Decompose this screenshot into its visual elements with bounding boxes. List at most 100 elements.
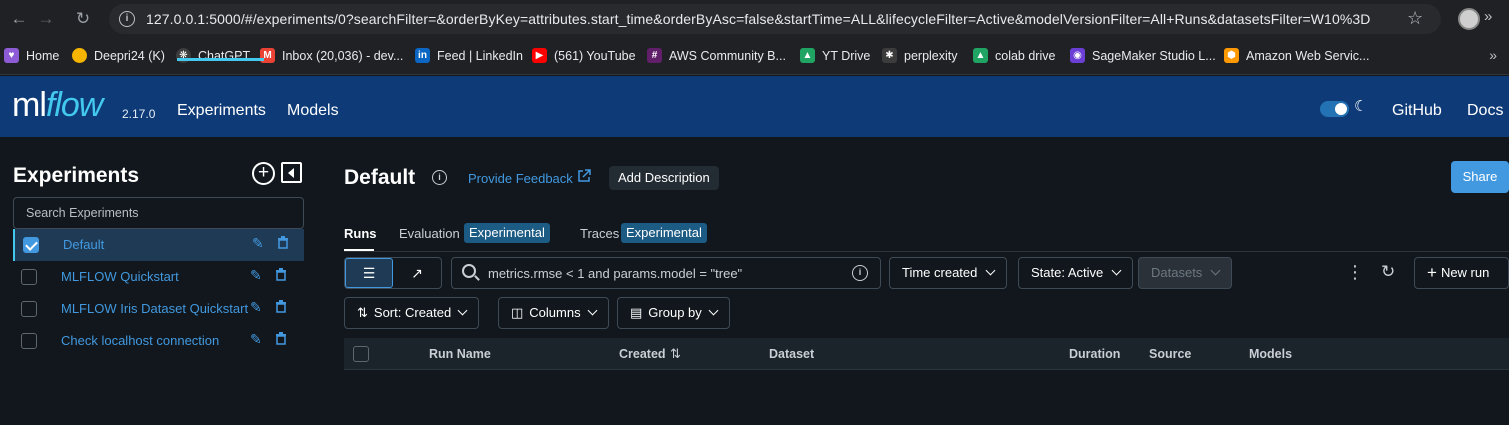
sort-dropdown[interactable]: ⇅ Sort: Created	[344, 297, 480, 329]
experiment-checkbox[interactable]	[21, 269, 37, 285]
toggle-knob	[1335, 103, 1347, 115]
pencil-icon[interactable]: ✎	[250, 299, 262, 316]
bookmark-linkedin[interactable]: in Feed | LinkedIn	[415, 48, 523, 63]
github-link[interactable]: GitHub	[1392, 102, 1442, 120]
column-models[interactable]: Models	[1249, 347, 1292, 361]
chevron-down-icon	[587, 305, 598, 316]
pencil-icon[interactable]: ✎	[250, 267, 262, 284]
select-all-checkbox[interactable]	[353, 346, 369, 362]
collapse-sidebar-icon[interactable]	[281, 162, 302, 183]
add-description-button[interactable]: Add Description	[609, 166, 719, 190]
nav-active-indicator	[177, 58, 264, 61]
reload-icon[interactable]: ↻	[71, 7, 95, 31]
bookmark-label: Deepri24 (K)	[94, 48, 165, 63]
column-dataset[interactable]: Dataset	[769, 347, 814, 361]
bookmark-aws-community[interactable]: # AWS Community B...	[647, 48, 786, 63]
bookmark-sagemaker[interactable]: ◉ SageMaker Studio L...	[1070, 48, 1216, 63]
nav-experiments[interactable]: Experiments	[177, 102, 266, 120]
tab-evaluation[interactable]: Evaluation	[399, 226, 460, 241]
share-button[interactable]: Share	[1451, 161, 1509, 193]
search-experiments-input[interactable]	[13, 197, 304, 229]
info-icon[interactable]: i	[432, 170, 447, 185]
tab-runs[interactable]: Runs	[344, 226, 377, 241]
chevron-down-icon	[1111, 265, 1122, 276]
experiment-row-mlflow-quickstart[interactable]: MLFLOW Quickstart ✎	[13, 261, 304, 293]
url-text[interactable]: 127.0.0.1:5000/#/experiments/0?searchFil…	[146, 11, 1370, 27]
column-duration[interactable]: Duration	[1069, 347, 1120, 361]
columns-dropdown[interactable]: ◫ Columns	[498, 297, 609, 329]
dark-mode-toggle[interactable]	[1320, 101, 1349, 117]
logo-flow: flow	[45, 86, 103, 124]
trash-icon[interactable]	[275, 331, 287, 345]
address-bar[interactable]: i 127.0.0.1:5000/#/experiments/0?searchF…	[109, 4, 1441, 34]
new-run-label: New run	[1440, 265, 1490, 280]
refresh-icon[interactable]: ↻	[1381, 262, 1395, 282]
experiment-name[interactable]: MLFLOW Quickstart	[61, 269, 179, 284]
moon-icon: ☾	[1354, 98, 1368, 115]
sagemaker-icon: ◉	[1070, 48, 1085, 63]
view-mode-toggle: ☰ ↗	[344, 257, 442, 289]
column-run-name[interactable]: Run Name	[429, 347, 491, 361]
bookmark-aws[interactable]: ⬢ Amazon Web Servic...	[1224, 48, 1369, 63]
page-title: Default	[344, 166, 416, 189]
back-arrow-icon[interactable]: ←	[7, 7, 31, 31]
mlflow-logo[interactable]: mlflow	[12, 86, 103, 125]
site-info-icon[interactable]: i	[119, 11, 135, 27]
bookmark-star-icon[interactable]: ☆	[1407, 8, 1423, 29]
experiment-name[interactable]: MLFLOW Iris Dataset Quickstart	[61, 301, 248, 316]
experiment-checkbox[interactable]	[23, 237, 39, 253]
bookmark-colab-drive[interactable]: ▲ colab drive	[973, 48, 1055, 63]
experiment-row-default[interactable]: Default ✎	[13, 229, 304, 261]
nav-models[interactable]: Models	[287, 102, 339, 120]
bookmark-label: colab drive	[995, 48, 1056, 63]
bookmarks-more-icon[interactable]: »	[1489, 47, 1497, 63]
runs-search-input[interactable]: metrics.rmse < 1 and params.model = "tre…	[451, 257, 881, 289]
bookmark-label: Home	[26, 48, 60, 63]
bookmark-perplexity[interactable]: ✱ perplexity	[882, 48, 958, 63]
tab-traces[interactable]: Traces	[580, 226, 619, 241]
experiment-checkbox[interactable]	[21, 301, 37, 317]
tabs-divider	[344, 251, 1509, 252]
list-view-icon[interactable]: ☰	[345, 258, 394, 288]
column-created[interactable]: Created	[619, 347, 666, 361]
docs-link[interactable]: Docs	[1467, 102, 1503, 120]
experiment-row-check-localhost[interactable]: Check localhost connection ✎	[13, 325, 304, 357]
experiment-name[interactable]: Default	[63, 237, 104, 252]
bookmark-home[interactable]: ♥ Home	[4, 48, 59, 63]
trash-icon[interactable]	[275, 299, 287, 313]
experiment-row-mlflow-iris[interactable]: MLFLOW Iris Dataset Quickstart ✎	[13, 293, 304, 325]
profile-avatar[interactable]	[1458, 8, 1480, 30]
group-by-dropdown[interactable]: ▤ Group by	[617, 297, 730, 329]
pencil-icon[interactable]: ✎	[252, 235, 264, 252]
info-icon[interactable]: i	[852, 265, 868, 281]
bookmark-gmail[interactable]: M Inbox (20,036) - dev...	[260, 48, 403, 63]
bookmark-youtube[interactable]: ▶ (561) YouTube	[532, 48, 636, 63]
drive-icon: ▲	[800, 48, 815, 63]
filter-query-text[interactable]: metrics.rmse < 1 and params.model = "tre…	[488, 266, 742, 281]
trash-icon[interactable]	[277, 235, 289, 249]
bookmark-label: Feed | LinkedIn	[437, 48, 523, 63]
tab-active-indicator	[344, 249, 374, 251]
chevron-down-icon	[985, 265, 996, 276]
forward-arrow-icon[interactable]: →	[34, 7, 58, 31]
new-run-button[interactable]: + New run	[1414, 257, 1509, 289]
time-created-dropdown[interactable]: Time created	[889, 257, 1008, 289]
state-dropdown[interactable]: State: Active	[1018, 257, 1134, 289]
column-source[interactable]: Source	[1149, 347, 1191, 361]
experimental-badge: Experimental	[621, 223, 707, 243]
add-experiment-icon[interactable]: +	[252, 162, 275, 185]
experiment-name[interactable]: Check localhost connection	[61, 333, 219, 348]
pencil-icon[interactable]: ✎	[250, 331, 262, 348]
chart-view-icon[interactable]: ↗	[393, 258, 441, 288]
bookmark-yt-drive[interactable]: ▲ YT Drive	[800, 48, 870, 63]
external-link-icon[interactable]	[577, 169, 591, 183]
trash-icon[interactable]	[275, 267, 287, 281]
bookmark-deepri24[interactable]: Deepri24 (K)	[72, 48, 165, 63]
provide-feedback-link[interactable]: Provide Feedback	[468, 171, 573, 186]
sort-descending-icon[interactable]: ⇅	[670, 346, 681, 362]
experiment-checkbox[interactable]	[21, 333, 37, 349]
more-options-icon[interactable]: ⋮	[1346, 262, 1364, 282]
datasets-dropdown[interactable]: Datasets	[1138, 257, 1233, 289]
drive-icon: ▲	[973, 48, 988, 63]
extensions-more-icon[interactable]: »	[1484, 8, 1492, 25]
